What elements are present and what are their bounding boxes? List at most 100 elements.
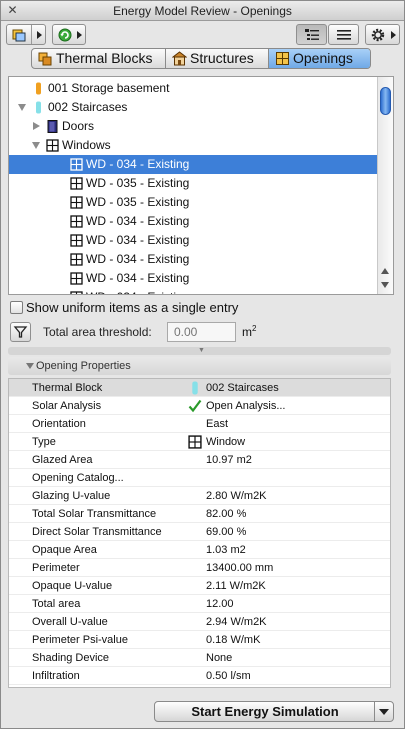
property-label: Total Solar Transmittance [32, 508, 157, 520]
window-icon [70, 291, 83, 294]
property-row[interactable]: Solar Analysis Open Analysis... [9, 397, 390, 415]
property-label: Glazed Area [32, 454, 93, 466]
tree-item[interactable]: WD - 034 - Existing [9, 250, 377, 269]
refresh-button[interactable] [52, 24, 86, 45]
tree-view-icon [305, 29, 319, 40]
start-simulation-button[interactable]: Start Energy Simulation [154, 701, 394, 722]
property-row: Direct Solar Transmittance 69.00 % [9, 523, 390, 541]
settings-button[interactable] [365, 24, 400, 45]
property-label: Glazing U-value [32, 490, 111, 502]
tree-item-label: WD - 034 - Existing [86, 157, 190, 171]
tab-thermal-blocks[interactable]: Thermal Blocks [32, 49, 166, 68]
window-icon [70, 158, 83, 171]
window-icon [70, 196, 83, 209]
property-value: 10.97 m2 [206, 454, 252, 466]
thermal-block-icon [38, 52, 52, 66]
refresh-icon [58, 28, 72, 42]
list-view-icon [337, 30, 351, 40]
list-view-button[interactable] [328, 24, 359, 45]
window-icon [70, 253, 83, 266]
tab-label: Openings [293, 50, 353, 66]
tree-item[interactable]: WD - 035 - Existing [9, 174, 377, 193]
tree-item-label: 002 Staircases [48, 100, 128, 114]
tree-item[interactable]: 001 Storage basement [9, 79, 377, 98]
property-label: Orientation [32, 418, 86, 430]
tree-item[interactable]: WD - 034 - Existing [9, 212, 377, 231]
tree-item[interactable]: WD - 034 - Existing [9, 155, 377, 174]
property-label: Shading Device [32, 652, 110, 664]
tree-item[interactable]: WD - 034 - Existing [9, 231, 377, 250]
property-value: Window [206, 436, 246, 448]
dropdown-arrow-icon [77, 31, 82, 39]
property-row: Orientation East [9, 415, 390, 433]
thermal-block-cyan-icon [32, 101, 45, 114]
panel-splitter[interactable]: ▼ [8, 347, 391, 355]
scroll-up-icon[interactable] [381, 268, 389, 274]
property-label: Total area [32, 598, 81, 610]
button-separator [374, 702, 375, 721]
unit-exponent: 2 [252, 324, 257, 333]
model-settings-button[interactable] [6, 24, 46, 45]
tree-item[interactable]: WD - 034 - Existing [9, 288, 377, 294]
dropdown-arrow-icon[interactable] [379, 709, 389, 715]
property-row: Thermal Block 002 Staircases [9, 379, 390, 397]
property-value: 002 Staircases [206, 382, 279, 394]
property-value: 2.11 W/m2K [206, 580, 266, 592]
tab-bar: Thermal Blocks Structures Openings [31, 48, 371, 69]
properties-table: Thermal Block 002 Staircases Solar Analysi… [8, 378, 391, 688]
property-value: None [206, 652, 233, 664]
tree-item[interactable]: Doors [9, 117, 377, 136]
threshold-label: Total area threshold: [43, 325, 152, 339]
tree-item-label: Doors [62, 119, 95, 133]
property-label: Direct Solar Transmittance [32, 526, 162, 538]
tree-item[interactable]: WD - 035 - Existing [9, 193, 377, 212]
tab-openings[interactable]: Openings [269, 49, 370, 68]
checkmark-icon [188, 399, 202, 413]
property-label: Overall U-value [32, 616, 108, 628]
structure-icon [172, 51, 187, 66]
property-value: 82.00 % [206, 508, 247, 520]
tree-item[interactable]: 002 Staircases [9, 98, 377, 117]
property-label: Opening Catalog... [32, 472, 124, 484]
tree-item-label: WD - 035 - Existing [86, 195, 190, 209]
model-settings-icon [12, 29, 26, 42]
scrollbar-thumb[interactable] [380, 87, 391, 115]
tree-scrollbar[interactable] [377, 77, 393, 294]
splitter-grip-icon: ▼ [198, 347, 205, 354]
scroll-down-icon[interactable] [381, 282, 389, 288]
window-icon [70, 272, 83, 285]
tab-structures[interactable]: Structures [166, 49, 269, 68]
close-icon[interactable]: ✕ [6, 4, 19, 17]
button-separator [31, 25, 32, 44]
disclosure-closed-icon[interactable] [33, 122, 40, 130]
property-value[interactable]: Open Analysis... [206, 397, 286, 415]
property-label: Infiltration [32, 670, 80, 682]
window-icon [188, 435, 202, 449]
disclosure-triangle-icon [26, 363, 34, 369]
disclosure-open-icon[interactable] [18, 104, 26, 111]
property-value: 12.00 [206, 598, 234, 610]
property-row: Opaque U-value 2.11 W/m2K [9, 577, 390, 595]
property-label: Type [32, 436, 56, 448]
tree-item[interactable]: Windows [9, 136, 377, 155]
property-value: 69.00 % [206, 526, 247, 538]
property-row: Opaque Area 1.03 m2 [9, 541, 390, 559]
tree-view-button[interactable] [296, 24, 327, 45]
property-row: Perimeter 13400.00 mm [9, 559, 390, 577]
opening-properties-header[interactable]: Opening Properties [8, 357, 391, 375]
filter-button[interactable] [10, 322, 31, 342]
uniform-items-label: Show uniform items as a single entry [26, 300, 239, 315]
dropdown-arrow-icon [391, 31, 396, 39]
property-row[interactable]: Opening Catalog... [9, 469, 390, 487]
threshold-input[interactable] [167, 322, 236, 342]
tree-item[interactable]: WD - 034 - Existing [9, 269, 377, 288]
property-row: Infiltration 0.50 l/sm [9, 667, 390, 685]
tree-item-label: WD - 034 - Existing [86, 214, 190, 228]
property-label: Opaque U-value [32, 580, 113, 592]
disclosure-open-icon[interactable] [32, 142, 40, 149]
opening-icon [276, 52, 289, 65]
unit-base: m [242, 325, 252, 339]
uniform-items-checkbox[interactable] [10, 301, 23, 314]
area-threshold-row: Total area threshold: m2 [8, 321, 388, 343]
property-label: Perimeter Psi-value [32, 634, 128, 646]
